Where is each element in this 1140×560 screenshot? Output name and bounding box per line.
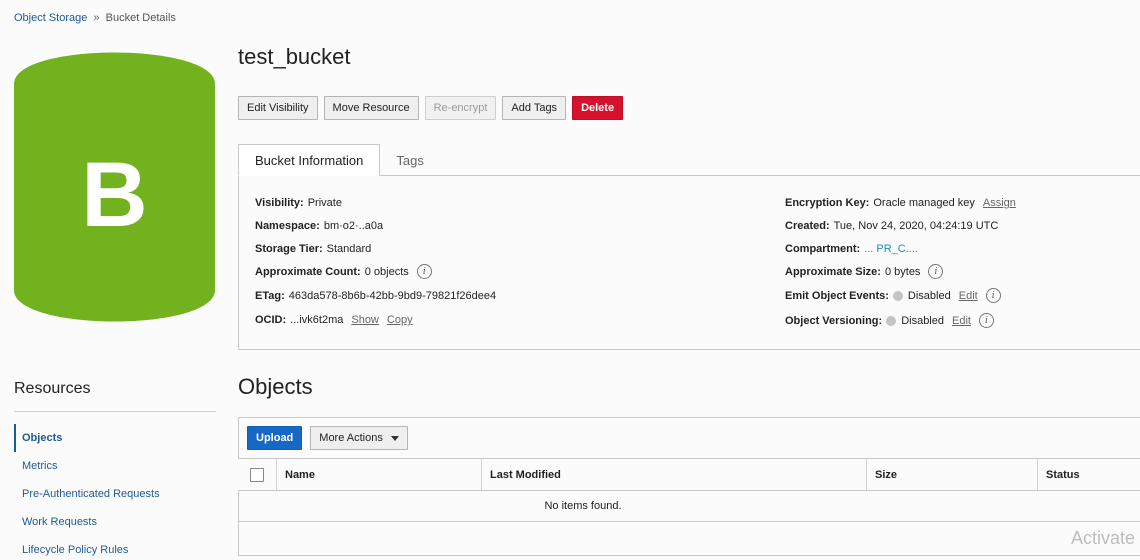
column-name[interactable]: Name [277,459,482,490]
ocid-copy-link[interactable]: Copy [387,314,413,326]
detail-tabs: Bucket Information Tags [238,144,440,176]
object-versioning-label: Object Versioning: [785,314,883,327]
chevron-down-icon [390,435,399,441]
objects-table: Name Last Modified Size Status No items … [238,458,1140,522]
approximate-count-value: 0 objects [364,265,409,278]
namespace-value: bm·o2·..a0a [323,220,384,232]
more-actions-label: More Actions [319,432,383,444]
breadcrumb-object-storage-link[interactable]: Object Storage [14,12,87,24]
bucket-actions: Edit Visibility Move Resource Re-encrypt… [238,96,624,120]
column-last-modified[interactable]: Last Modified [482,459,867,490]
info-icon[interactable]: i [978,313,994,328]
page-title: test_bucket [238,44,351,69]
approximate-count-row: Approximate Count: 0 objects i [255,264,432,279]
created-row: Created: Tue, Nov 24, 2020, 04:24:19 UTC [785,220,998,232]
column-size[interactable]: Size [867,459,1038,490]
info-icon[interactable]: i [928,264,944,279]
select-all-cell [238,459,277,490]
tab-bucket-information[interactable]: Bucket Information [238,144,381,176]
compartment-row: Compartment: ... PR_C.... [785,243,918,255]
status-dot-icon [892,290,903,301]
table-header: Name Last Modified Size Status [238,458,1140,491]
namespace-row: Namespace: bm·o2·..a0a [255,220,383,232]
status-dot-icon [886,315,897,326]
activation-watermark: Activate [1071,528,1136,548]
ocid-value: ...ivk6t2ma [290,314,344,326]
approximate-size-value: 0 bytes [884,265,921,278]
sidebar-item-lifecycle-policy-rules[interactable]: Lifecycle Policy Rules [14,536,216,560]
created-label: Created: [785,220,830,232]
encryption-assign-link[interactable]: Assign [983,197,1016,209]
sidebar-item-work-requests[interactable]: Work Requests [14,508,216,536]
bucket-icon: B [14,52,215,322]
resources-list: Objects Metrics Pre-Authenticated Reques… [14,424,216,560]
object-versioning-edit-link[interactable]: Edit [952,315,971,327]
breadcrumb-separator: » [93,12,100,24]
ocid-row: OCID: ...ivk6t2ma Show Copy [255,314,413,326]
select-all-checkbox[interactable] [250,467,264,482]
more-actions-button[interactable]: More Actions [310,426,408,450]
delete-button[interactable]: Delete [572,96,624,120]
sidebar-item-objects[interactable]: Objects [14,424,216,452]
etag-label: ETag: [255,290,285,302]
visibility-label: Visibility: [255,197,304,209]
sidebar-item-pre-authenticated-requests[interactable]: Pre-Authenticated Requests [14,480,216,508]
encryption-key-label: Encryption Key: [785,197,870,209]
encryption-key-value: Oracle managed key [873,197,975,209]
approximate-size-label: Approximate Size: [785,265,881,278]
emit-object-events-row: Emit Object Events: Disabled Edit i [785,288,1001,303]
storage-tier-value: Standard [326,243,372,255]
breadcrumb: Object Storage » Bucket Details [14,12,176,24]
re-encrypt-button[interactable]: Re-encrypt [424,96,497,120]
resources-title: Resources [14,380,91,397]
breadcrumb-current: Bucket Details [105,12,176,24]
emit-object-events-edit-link[interactable]: Edit [959,290,978,302]
created-value: Tue, Nov 24, 2020, 04:24:19 UTC [833,220,999,232]
storage-tier-label: Storage Tier: [255,243,323,255]
info-icon[interactable]: i [985,288,1001,303]
objects-title: Objects [238,374,313,399]
tab-tags[interactable]: Tags [380,144,439,176]
ocid-show-link[interactable]: Show [351,314,379,326]
visibility-value: Private [307,197,342,209]
visibility-row: Visibility: Private [255,197,342,209]
storage-tier-row: Storage Tier: Standard [255,243,371,255]
emit-object-events-label: Emit Object Events: [785,289,889,302]
namespace-label: Namespace: [255,220,320,232]
bucket-letter: B [81,144,147,246]
objects-toolbar: Upload More Actions [247,426,408,450]
etag-row: ETag: 463da578-8b6b-42bb-9bd9-79821f26de… [255,290,496,302]
info-icon[interactable]: i [416,264,432,279]
compartment-link[interactable]: ... PR_C.... [864,243,918,255]
empty-message-text: No items found. [544,500,622,512]
upload-button[interactable]: Upload [247,426,303,450]
object-versioning-value: Disabled [901,314,944,327]
compartment-label: Compartment: [785,243,861,255]
column-status[interactable]: Status [1038,459,1140,490]
approximate-size-row: Approximate Size: 0 bytes i [785,264,944,279]
ocid-label: OCID: [255,314,287,326]
object-versioning-row: Object Versioning: Disabled Edit i [785,313,994,328]
add-tags-button[interactable]: Add Tags [502,96,567,120]
edit-visibility-button[interactable]: Edit Visibility [238,96,318,120]
sidebar-item-metrics[interactable]: Metrics [14,452,216,480]
resources-divider [14,411,216,412]
empty-table-message: No items found. [238,491,1140,522]
emit-object-events-value: Disabled [907,289,951,302]
etag-value: 463da578-8b6b-42bb-9bd9-79821f26dee4 [288,290,497,302]
approximate-count-label: Approximate Count: [255,265,361,278]
move-resource-button[interactable]: Move Resource [323,96,419,120]
encryption-key-row: Encryption Key: Oracle managed key Assig… [785,197,1016,209]
